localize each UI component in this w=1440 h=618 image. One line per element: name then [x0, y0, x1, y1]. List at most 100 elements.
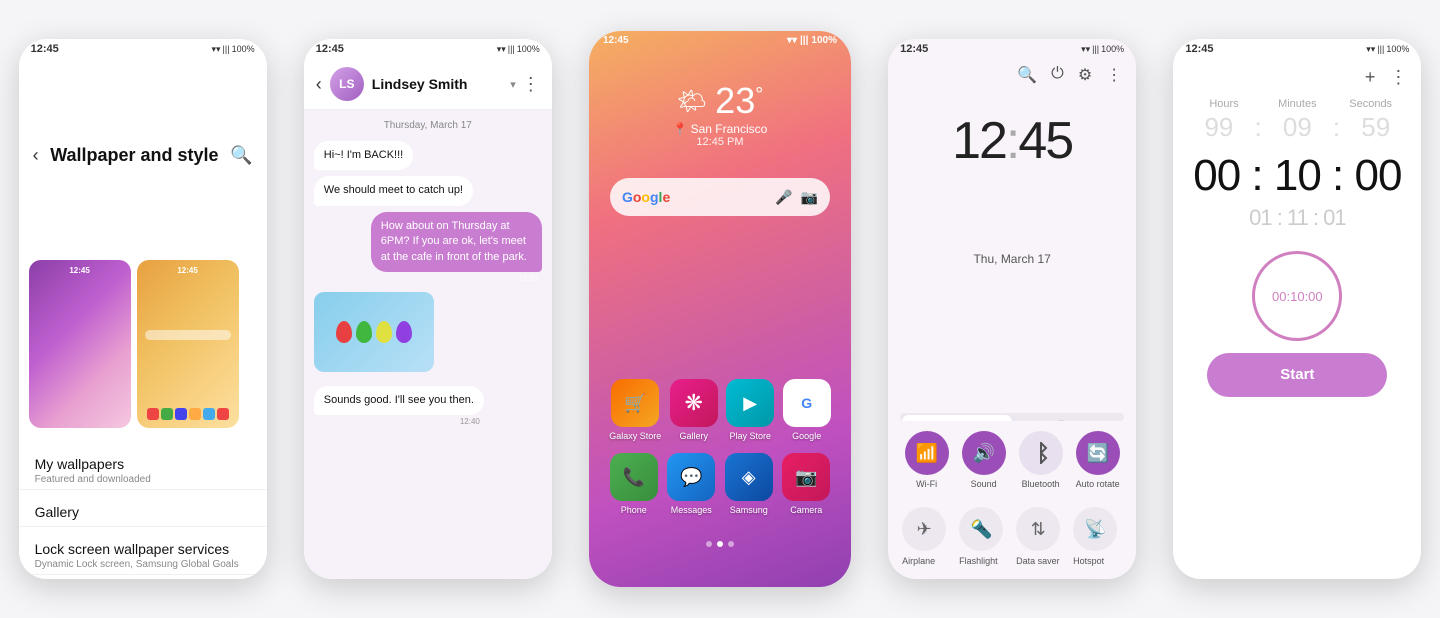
ctrl-hotspot[interactable]: 📡 Hotspot: [1073, 507, 1122, 569]
battery-2: 100%: [517, 44, 540, 54]
app-grid: 🛒 Galaxy Store ❋ Gallery ▶ Play Store G …: [589, 379, 851, 527]
app-camera[interactable]: 📷 Camera: [782, 453, 830, 515]
bubble-received-1: Hi~! I'm BACK!!!: [314, 141, 413, 170]
wallpaper-thumb-2[interactable]: 12:45: [137, 260, 239, 428]
status-icons-4: ▾▾ ||| 100%: [1081, 44, 1124, 55]
more-lock-icon[interactable]: ⋮: [1106, 65, 1122, 85]
app-playstore[interactable]: ▶ Play Store: [726, 379, 774, 441]
status-bar-2: 12:45 ▾▾ ||| 100%: [304, 39, 552, 59]
status-icons-1: ▾▾ ||| 100%: [212, 44, 255, 55]
tab-device-control[interactable]: Device control: [902, 415, 1012, 421]
more-icon[interactable]: ⋮: [522, 74, 540, 95]
ctrl-autorotate[interactable]: 🔄 Auto rotate: [1073, 431, 1122, 489]
lock-time: 12:45: [888, 91, 1136, 252]
sound-ctrl-icon: 🔊: [962, 431, 1006, 475]
menu-item-lockscreen[interactable]: Lock screen wallpaper services Dynamic L…: [19, 527, 267, 575]
back-button[interactable]: ‹: [316, 74, 322, 95]
wifi-ctrl-icon: 📶: [905, 431, 949, 475]
status-icons-2: ▾▾ ||| 100%: [497, 44, 540, 55]
timer-toolbar: + ⋮: [1173, 59, 1421, 92]
more-timer-icon[interactable]: ⋮: [1389, 67, 1407, 88]
wifi-icon-5: ▾▾: [1366, 44, 1375, 55]
status-bar-5: 12:45 ▾▾ ||| 100%: [1173, 39, 1421, 59]
menu-item-title: My wallpapers: [35, 456, 251, 472]
battery-icon-1: 100%: [232, 44, 255, 54]
signal-icon-5: |||: [1377, 44, 1384, 54]
contact-name[interactable]: Lindsey Smith: [372, 76, 510, 92]
camera-search-icon[interactable]: 📷: [801, 189, 818, 206]
ctrl-flashlight[interactable]: 🔦 Flashlight: [959, 507, 1008, 569]
page-dots: [706, 541, 734, 547]
wallpaper-toolbar: ‹ Wallpaper and style 🔍: [19, 59, 267, 250]
search-bar[interactable]: Google 🎤 📷: [610, 178, 830, 216]
balloon-dots: [336, 321, 412, 343]
dot-3: [728, 541, 734, 547]
status-bar-1: 12:45 ▾▾ ||| 100%: [19, 39, 267, 59]
wifi-icon-1: ▾▾: [212, 44, 221, 55]
status-icons-5: ▾▾ ||| 100%: [1366, 44, 1409, 55]
phone-homescreen: 12:45 ▾▾ ||| 100% 🌤 23 ° 📍 San Francisco…: [589, 31, 851, 587]
timer-sub-display: 01 : 11 : 01: [1173, 205, 1421, 239]
search-lock-icon[interactable]: 🔍: [1017, 65, 1037, 85]
ctrl-datasaver[interactable]: ⇅ Data saver: [1016, 507, 1065, 569]
ctrl-bluetooth[interactable]: Bluetooth: [1016, 431, 1065, 489]
location-text: San Francisco: [691, 122, 768, 136]
app-label-google: Google: [792, 431, 821, 441]
timer-circle-value: 00:10:00: [1272, 289, 1323, 304]
time-3: 12:45: [603, 35, 629, 46]
menu-item-gallery[interactable]: Gallery: [19, 490, 267, 527]
back-icon[interactable]: ‹: [33, 145, 39, 166]
tab-media-output[interactable]: Media ouput: [1014, 413, 1124, 421]
bubble-received-2: We should meet to catch up!: [314, 176, 473, 205]
top-hours: 99: [1183, 112, 1254, 143]
control-tabs: Device control Media ouput: [900, 413, 1124, 421]
weather-widget: 🌤 23 ° 📍 San Francisco 12:45 PM: [673, 80, 768, 148]
mini-app-dot: [175, 408, 187, 420]
page-title: Wallpaper and style: [50, 145, 218, 166]
wallpaper-previews: 12:45 12:45: [19, 250, 267, 438]
app-phone[interactable]: 📞 Phone: [610, 453, 658, 515]
settings-icon[interactable]: ⚙: [1078, 65, 1092, 85]
app-google[interactable]: G Google: [783, 379, 831, 441]
app-samsung[interactable]: ◈ Samsung: [725, 453, 773, 515]
start-button[interactable]: Start: [1207, 353, 1387, 397]
avatar-image: LS: [330, 67, 364, 101]
bubble-text: Hi~! I'm BACK!!!: [324, 149, 403, 161]
add-timer-icon[interactable]: +: [1365, 67, 1376, 88]
flashlight-label: Flashlight: [959, 556, 998, 566]
app-icon-gallery: ❋: [670, 379, 718, 427]
datasaver-label: Data saver: [1016, 556, 1060, 566]
mic-icon[interactable]: 🎤: [775, 189, 792, 206]
ctrl-sound[interactable]: 🔊 Sound: [959, 431, 1008, 489]
hotspot-icon: 📡: [1073, 507, 1117, 551]
weather-row: 🌤 23 °: [677, 80, 764, 122]
airplane-icon: ✈: [902, 507, 946, 551]
google-logo: Google: [622, 189, 670, 205]
menu-list: My wallpapers Featured and downloaded Ga…: [19, 438, 267, 579]
homescreen-bg: 12:45 ▾▾ ||| 100% 🌤 23 ° 📍 San Francisco…: [589, 31, 851, 587]
autorotate-ctrl-icon: 🔄: [1076, 431, 1120, 475]
search-icon[interactable]: 🔍: [230, 145, 252, 166]
menu-item-wallpapers[interactable]: My wallpapers Featured and downloaded: [19, 442, 267, 490]
app-galaxy-store[interactable]: 🛒 Galaxy Store: [609, 379, 661, 441]
signal-icon-1: |||: [223, 44, 230, 54]
balloon-red: [336, 321, 352, 343]
avatar: LS: [330, 67, 364, 101]
power-icon[interactable]: ⏻: [1051, 65, 1064, 85]
wallpaper-thumb-1[interactable]: 12:45: [29, 260, 131, 428]
app-gallery[interactable]: ❋ Gallery: [670, 379, 718, 441]
mini-app-dot: [161, 408, 173, 420]
temp-value: 23: [715, 80, 755, 122]
ctrl-wifi[interactable]: 📶 Wi-Fi: [902, 431, 951, 489]
top-minutes: 09: [1262, 112, 1333, 143]
weather-icon: 🌤: [677, 87, 707, 116]
bubble-received-3: Sounds good. I'll see you then. 12:40: [314, 386, 484, 415]
app-messages[interactable]: 💬 Messages: [667, 453, 715, 515]
ctrl-airplane[interactable]: ✈ Airplane: [902, 507, 951, 569]
app-label-messages: Messages: [671, 505, 712, 515]
timer-circle-wrap: 00:10:00: [1173, 239, 1421, 353]
status-right-3: ▾▾ ||| 100%: [787, 35, 837, 46]
col-seconds: Seconds: [1334, 98, 1407, 110]
app-label-playstore: Play Store: [729, 431, 771, 441]
battery-5: 100%: [1386, 44, 1409, 54]
